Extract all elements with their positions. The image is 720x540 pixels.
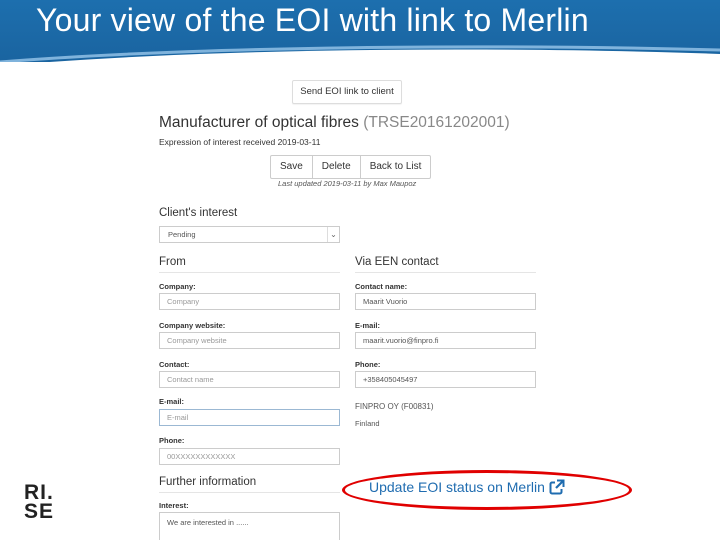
eoi-reference: (TRSE20161202001) (363, 114, 510, 131)
een-phone-input[interactable]: +358405045497 (355, 371, 536, 388)
company-input[interactable]: Company (159, 293, 340, 310)
phone-input[interactable]: 00XXXXXXXXXXXX (159, 448, 340, 465)
rise-logo: RI. SE (24, 482, 55, 523)
interest-label: Interest: (159, 501, 189, 510)
external-link-icon (549, 479, 565, 495)
een-phone-label: Phone: (355, 360, 381, 369)
clients-interest-selected: Pending (168, 230, 196, 239)
merlin-link-text: Update EOI status on Merlin (369, 479, 545, 495)
company-website-input[interactable]: Company website (159, 332, 340, 349)
slide-header: Your view of the EOI with link to Merlin (0, 0, 720, 62)
via-een-heading: Via EEN contact (355, 256, 439, 268)
clients-interest-heading: Client's interest (159, 207, 238, 219)
slide-title: Your view of the EOI with link to Merlin (36, 2, 589, 38)
een-email-label: E-mail: (355, 321, 381, 330)
via-een-divider (355, 272, 536, 273)
eoi-received-date: Expression of interest received 2019-03-… (159, 137, 321, 147)
eoi-title: Manufacturer of optical fibres (TRSE2016… (159, 114, 510, 132)
send-eoi-link-button[interactable]: Send EOI link to client (292, 80, 402, 104)
contact-name-input[interactable]: Maarit Vuorio (355, 293, 536, 310)
email-label: E-mail: (159, 397, 185, 406)
further-info-heading: Further information (159, 476, 257, 488)
company-website-label: Company website: (159, 321, 226, 330)
further-info-divider (159, 492, 340, 493)
update-eoi-merlin-link[interactable]: Update EOI status on Merlin (369, 479, 565, 495)
phone-label: Phone: (159, 436, 185, 445)
contact-name-label: Contact name: (355, 282, 408, 291)
chevron-down-icon: ⌄ (327, 227, 339, 242)
last-updated-text: Last updated 2019-03-11 by Max Maupoz (278, 179, 417, 188)
save-button[interactable]: Save (270, 155, 313, 179)
contact-input[interactable]: Contact name (159, 371, 340, 388)
contact-label: Contact: (159, 360, 190, 369)
logo-line-2: SE (24, 500, 55, 523)
een-organisation: FINPRO OY (F00831) (355, 402, 434, 411)
header-swoosh-decoration (0, 45, 720, 62)
een-email-input[interactable]: maarit.vuorio@finpro.fi (355, 332, 536, 349)
eoi-title-text: Manufacturer of optical fibres (159, 114, 359, 131)
delete-button[interactable]: Delete (311, 155, 361, 179)
email-input[interactable]: E-mail (159, 409, 340, 426)
action-button-group: Save Delete Back to List (270, 155, 432, 179)
een-country: Finland (355, 419, 380, 428)
company-label: Company: (159, 282, 196, 291)
interest-textarea[interactable]: We are interested in ...... (159, 512, 340, 540)
from-heading: From (159, 256, 186, 268)
clients-interest-select[interactable]: Pending ⌄ (159, 226, 340, 243)
from-divider (159, 272, 340, 273)
back-to-list-button[interactable]: Back to List (359, 155, 432, 179)
